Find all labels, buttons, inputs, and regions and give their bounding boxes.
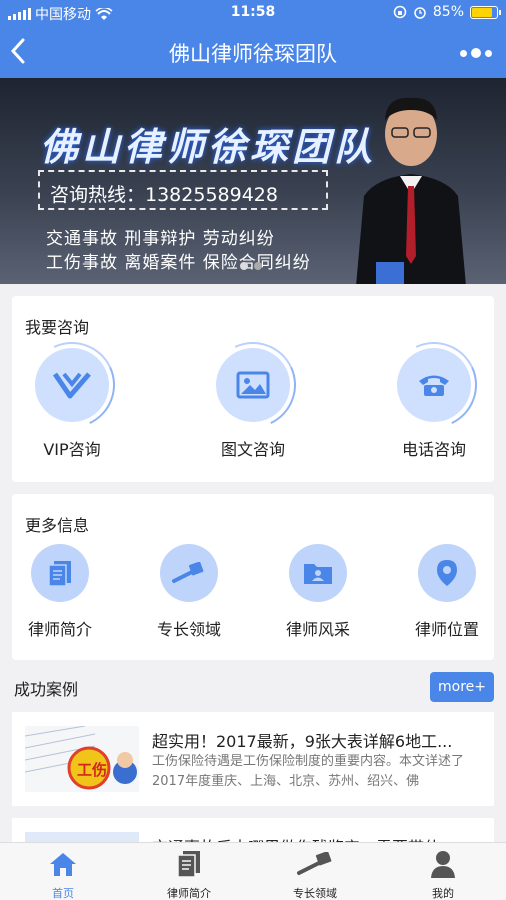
svg-text:工伤: 工伤 xyxy=(77,761,107,779)
case-thumbnail: 工伤 xyxy=(25,726,139,792)
nav-bar: 佛山律师徐琛团队 xyxy=(0,26,506,78)
lawyer-profile-button[interactable]: 律师简介 xyxy=(12,544,108,640)
lawyer-gallery-button[interactable]: 律师风采 xyxy=(270,544,366,640)
image-consult-button[interactable]: 图文咨询 xyxy=(198,348,308,460)
document-icon xyxy=(31,544,89,602)
more-cases-button[interactable]: more+ xyxy=(430,672,494,702)
home-icon xyxy=(18,849,108,879)
case-description: 工伤保险待遇是工伤保险制度的重要内容。本文详述了2017年度重庆、上海、北京、苏… xyxy=(152,754,465,789)
more-menu-button[interactable] xyxy=(460,48,492,58)
phone-consult-label: 电话咨询 xyxy=(401,440,466,459)
image-icon xyxy=(216,348,290,422)
document-icon xyxy=(144,849,234,879)
status-bar: 中国移动 11:58 85% xyxy=(0,0,506,26)
tab-expertise-label: 专长领域 xyxy=(293,887,337,900)
success-cases-title: 成功案例 xyxy=(14,680,79,699)
tab-home-label: 首页 xyxy=(52,887,74,900)
banner-hotline: 咨询热线：13825589428 xyxy=(38,170,328,210)
folder-icon xyxy=(289,544,347,602)
gavel-icon xyxy=(270,849,360,879)
battery-percent: 85% xyxy=(432,4,464,20)
tab-mine-label: 我的 xyxy=(432,887,454,900)
location-icon xyxy=(418,544,476,602)
lawyer-location-button[interactable]: 律师位置 xyxy=(399,544,495,640)
more-info-section-title: 更多信息 xyxy=(25,516,90,535)
consult-section: 我要咨询 VIP咨询 图文咨询 电话咨询 xyxy=(12,296,494,482)
tab-expertise[interactable]: 专长领域 xyxy=(270,849,360,900)
rotation-lock-icon xyxy=(393,5,407,19)
case-list-item[interactable]: 工伤 超实用！2017最新，9张大表详解6地工... 工伤保险待遇是工伤保险制度… xyxy=(12,712,494,806)
more-info-section: 更多信息 律师简介 专长领域 律师风采 律师位置 xyxy=(12,494,494,660)
vip-consult-button[interactable]: VIP咨询 xyxy=(17,348,127,460)
expertise-button[interactable]: 专长领域 xyxy=(141,544,237,640)
phone-consult-button[interactable]: 电话咨询 xyxy=(379,348,489,460)
lawyer-photo xyxy=(356,97,466,284)
bottom-tab-bar: 首页 律师简介 专长领域 我的 xyxy=(0,842,506,900)
vip-consult-label: VIP咨询 xyxy=(43,440,101,459)
banner-services-line2: 工伤事故 离婚案件 保险合同纠纷 xyxy=(46,253,311,273)
vip-icon xyxy=(35,348,109,422)
banner-title: 佛山律师徐琛团队 xyxy=(40,124,377,169)
lawyer-gallery-label: 律师风采 xyxy=(285,620,350,639)
carousel-dots[interactable] xyxy=(240,262,262,270)
page-title: 佛山律师徐琛团队 xyxy=(169,42,337,66)
banner-services-line1: 交通事故 刑事辩护 劳动纠纷 xyxy=(46,229,275,249)
tab-lawyer-profile[interactable]: 律师简介 xyxy=(144,849,234,900)
lawyer-profile-label: 律师简介 xyxy=(27,620,92,639)
gavel-icon xyxy=(160,544,218,602)
consult-section-title: 我要咨询 xyxy=(25,318,90,337)
tab-lawyer-profile-label: 律师简介 xyxy=(167,887,211,900)
tab-mine[interactable]: 我的 xyxy=(398,849,488,900)
user-icon xyxy=(398,849,488,879)
tab-home[interactable]: 首页 xyxy=(18,849,108,900)
expertise-label: 专长领域 xyxy=(156,620,221,639)
case-title: 超实用！2017最新，9张大表详解6地工... xyxy=(152,732,453,751)
status-right: 85% xyxy=(393,4,501,20)
phone-icon xyxy=(397,348,471,422)
image-consult-label: 图文咨询 xyxy=(220,440,285,459)
battery-icon xyxy=(470,5,501,19)
lawyer-location-label: 律师位置 xyxy=(414,620,479,639)
alarm-icon xyxy=(414,7,426,19)
banner-carousel[interactable]: 佛山律师徐琛团队 咨询热线：13825589428 交通事故 刑事辩护 劳动纠纷… xyxy=(0,78,506,284)
